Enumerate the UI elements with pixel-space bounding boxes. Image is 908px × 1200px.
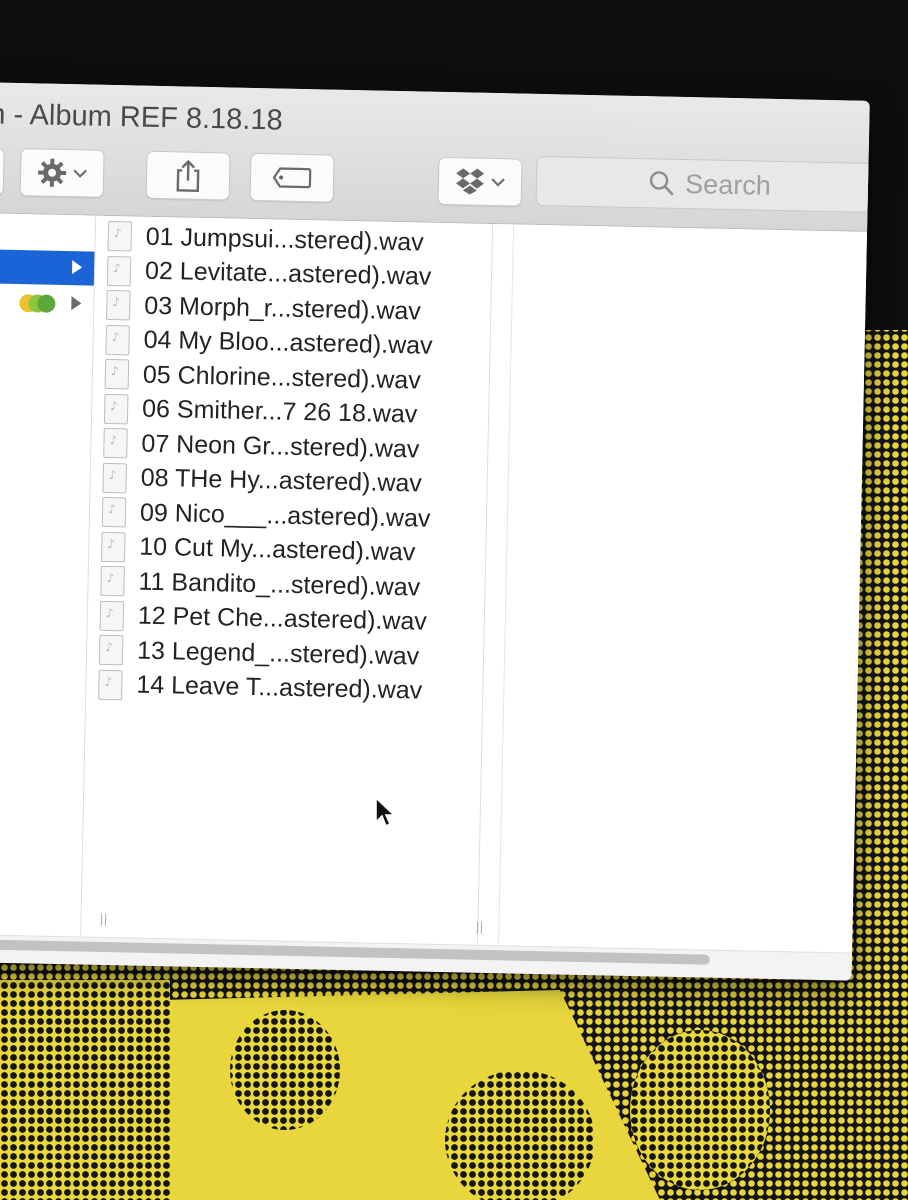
- file-row[interactable]: 14 Leave T...astered).wav: [86, 666, 483, 710]
- file-name: 04 My Bloo...astered).wav: [143, 325, 433, 360]
- scrollbar-thumb[interactable]: [0, 938, 710, 965]
- audio-file-icon: [105, 324, 130, 355]
- view-options-button[interactable]: [0, 146, 5, 196]
- file-name: 05 Chlorine...stered).wav: [142, 360, 422, 395]
- column-resize-handle[interactable]: ||: [99, 912, 107, 926]
- file-name: 02 Levitate...astered).wav: [144, 256, 432, 291]
- audio-file-icon: [100, 531, 126, 562]
- parent-column: [0, 212, 97, 956]
- file-name: 12 Pet Che...astered).wav: [137, 601, 428, 636]
- window-title: n - Album REF 8.18.18: [0, 98, 283, 137]
- disclosure-arrow-icon: [71, 296, 82, 311]
- search-icon: [650, 171, 674, 196]
- file-name: 10 Cut My...astered).wav: [139, 532, 416, 567]
- folder-row[interactable]: [0, 285, 94, 322]
- browser-area: || || 01 Jumpsui...stered).wav02 Levitat…: [0, 212, 868, 972]
- audio-file-icon: [106, 289, 131, 321]
- tags-button[interactable]: [249, 152, 335, 203]
- dropbox-button[interactable]: [437, 156, 523, 207]
- chevron-down-icon: [491, 178, 505, 187]
- action-button[interactable]: [19, 148, 105, 198]
- tag-dot-dark-green: [37, 294, 56, 313]
- file-list-column: || || 01 Jumpsui...stered).wav02 Levitat…: [80, 215, 494, 964]
- audio-file-icon: [103, 427, 128, 459]
- selected-folder-row[interactable]: [0, 248, 95, 286]
- file-name: 01 Jumpsui...stered).wav: [145, 222, 424, 257]
- audio-file-icon: [103, 393, 129, 424]
- file-name: 14 Leave T...astered).wav: [136, 670, 423, 705]
- file-name: 13 Legend_...stered).wav: [136, 636, 420, 671]
- audio-file-icon: [104, 358, 130, 390]
- audio-file-icon: [98, 669, 123, 700]
- audio-file-icon: [107, 220, 133, 252]
- search-placeholder: Search: [684, 168, 772, 201]
- share-button[interactable]: [145, 150, 231, 201]
- gear-icon: [38, 158, 67, 187]
- chevron-down-icon: [73, 169, 87, 178]
- audio-file-icon: [101, 496, 127, 528]
- search-field[interactable]: Search: [535, 155, 870, 214]
- audio-file-icon: [100, 565, 125, 597]
- file-name: 11 Bandito_...stered).wav: [138, 567, 421, 602]
- tag-icon: [272, 167, 312, 189]
- file-name: 09 Nico___...astered).wav: [139, 498, 431, 533]
- file-name: 06 Smither...7 26 18.wav: [141, 394, 418, 429]
- audio-file-icon: [106, 255, 132, 286]
- mouse-pointer-icon: [375, 796, 397, 828]
- file-name: 08 THe Hy...astered).wav: [140, 463, 423, 498]
- audio-file-icon: [99, 600, 125, 631]
- disclosure-arrow-icon: [71, 260, 83, 275]
- color-tags: [19, 294, 63, 313]
- toolbar: n - Album REF 8.18.18 Search: [0, 82, 870, 232]
- audio-file-icon: [98, 634, 124, 666]
- share-icon: [176, 159, 200, 193]
- finder-window: n - Album REF 8.18.18 Search || || ♪ 01 …: [0, 82, 870, 981]
- file-name: 03 Morph_r...stered).wav: [144, 291, 422, 325]
- file-name: 07 Neon Gr...stered).wav: [141, 429, 420, 463]
- audio-file-icon: [102, 462, 128, 493]
- dropbox-icon: [455, 168, 485, 195]
